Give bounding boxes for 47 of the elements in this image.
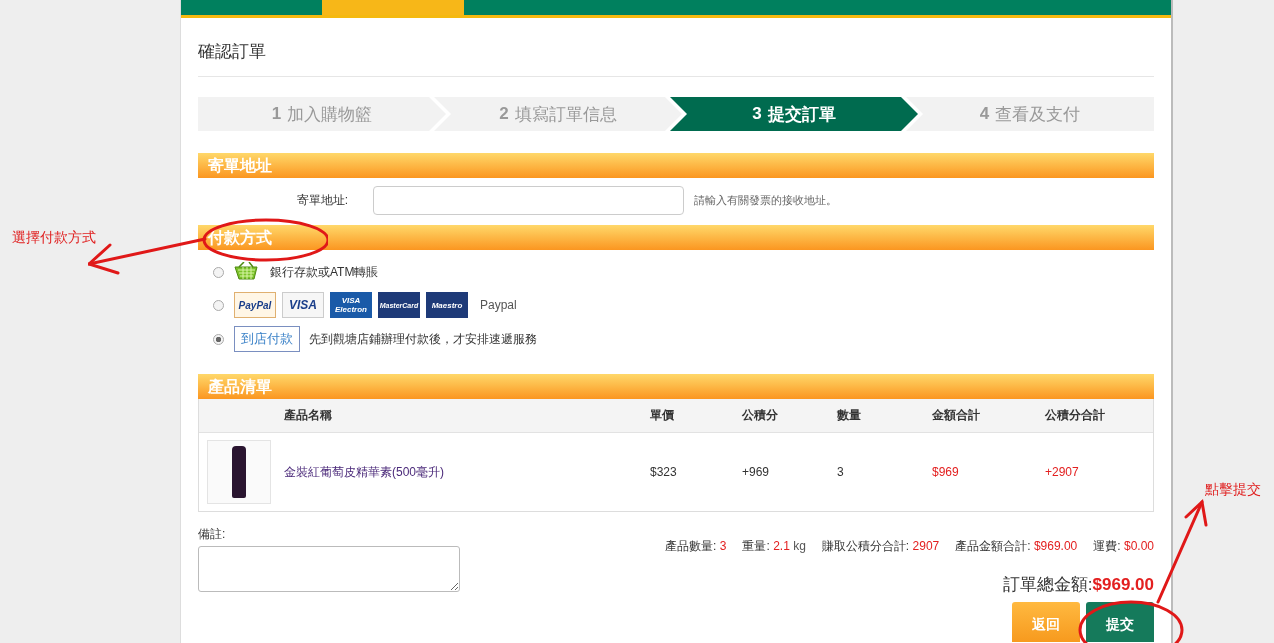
radio-button[interactable] [213, 266, 224, 278]
table-cell-text: +969 [742, 465, 771, 479]
payment-label: 先到觀塘店鋪辦理付款後，才安排速遞服務 [309, 330, 537, 348]
remarks-field[interactable] [198, 546, 460, 592]
column-header: 單價 [650, 407, 675, 424]
progress-step: 4 查看及支付 [906, 97, 1154, 131]
column-header: 產品名稱 [284, 407, 333, 424]
summary-item: 產品金額合計: $969.00 [955, 538, 1078, 555]
table-cell-text: 3 [837, 465, 845, 479]
order-total: 訂單總金額:$969.00 [1002, 574, 1154, 596]
column-header: 金額合計 [932, 407, 981, 424]
basket-icon [234, 262, 258, 282]
section-header: 寄單地址 [198, 153, 1154, 178]
hint-text: 請輸入有關發票的接收地址。 [694, 193, 837, 208]
radio-button[interactable] [213, 333, 224, 345]
payment-label: 銀行存款或ATM轉賬 [270, 263, 379, 281]
card-logo: VISA Electron [330, 292, 372, 318]
summary-item: 產品數量: 3 [665, 538, 727, 555]
product-photo-placeholder [207, 440, 271, 504]
column-header: 數量 [837, 407, 862, 424]
summary-item: 賺取公積分合計: 2907 [821, 538, 940, 555]
table-cell-text: +2907 [1045, 465, 1080, 479]
page-title: 確認訂單 [198, 18, 1154, 77]
column-header: 公積分合計 [1045, 407, 1106, 424]
address-input-field[interactable] [373, 186, 684, 215]
submit-button[interactable]: 提交 [1086, 602, 1154, 642]
summary-item: 運費: $0.00 [1093, 538, 1154, 555]
section-header: 產品清單 [198, 374, 1154, 399]
product-link[interactable]: 金裝紅葡萄皮精華素(500毫升) [284, 463, 650, 481]
annotation-text: 點擊提交 [1205, 481, 1261, 499]
card-logo: Maestro [426, 292, 468, 318]
section-header: 付款方式 [198, 225, 1154, 250]
radio-button[interactable] [213, 299, 224, 311]
table-cell-text: $969 [932, 465, 960, 479]
summary-item: 重量: 2.1 kg [742, 538, 806, 555]
column-header: 公積分 [742, 407, 779, 424]
annotation-text: 選擇付款方式 [12, 229, 96, 247]
card-logo: PayPal [234, 292, 276, 318]
field-label: 寄單地址: [295, 192, 349, 209]
progress-step: 2 填寫訂單信息 [434, 97, 682, 131]
payment-label: Paypal [480, 298, 517, 312]
table-cell-text: $323 [650, 465, 678, 479]
card-logo: VISA [282, 292, 324, 318]
store-payment-badge: 到店付款 [234, 326, 300, 352]
progress-step: 3 提交訂單 [670, 97, 918, 131]
remarks-label: 備註: [198, 526, 227, 543]
progress-step: 1 加入購物籃 [198, 97, 446, 131]
